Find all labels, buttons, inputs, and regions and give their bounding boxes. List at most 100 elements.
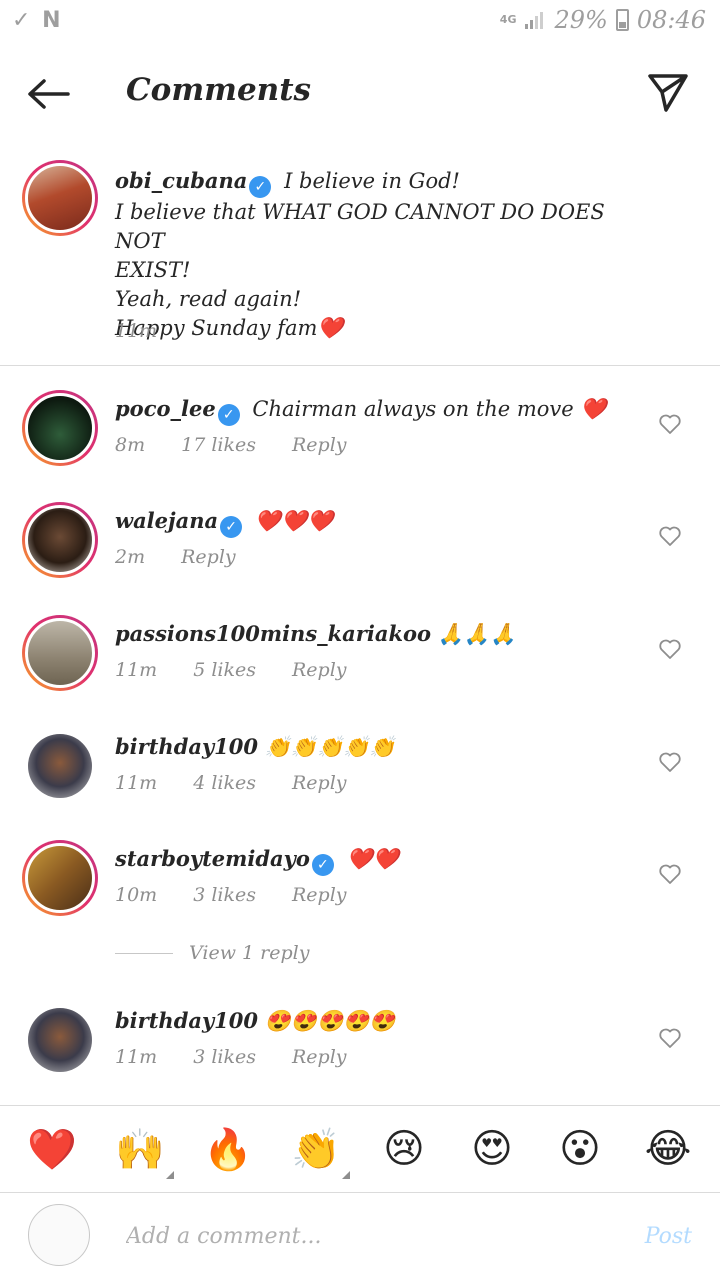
caption-line: Yeah, read again! xyxy=(115,287,302,311)
avatar[interactable] xyxy=(22,502,98,578)
comment-likes[interactable]: 3 likes xyxy=(193,884,256,906)
status-right: 4G 29% 08:46 xyxy=(500,6,706,34)
comment-text: birthday100 😍😍😍😍😍 xyxy=(115,1006,630,1036)
emoji-heart-button[interactable]: ❤️ xyxy=(22,1126,82,1173)
network-type: 4G xyxy=(499,13,517,26)
caption-time: 11m xyxy=(115,320,158,342)
comment-row: birthday100 😍😍😍😍😍 11m 3 likes Reply xyxy=(0,1000,720,1112)
comment-time: 8m xyxy=(115,434,146,456)
comment-input[interactable] xyxy=(126,1216,606,1256)
comment-username[interactable]: poco_lee xyxy=(115,396,216,421)
reply-button[interactable]: Reply xyxy=(292,434,347,456)
post-caption: obi_cubana ✓ I believe in God! I believe … xyxy=(0,152,720,366)
comment-username[interactable]: passions100mins_kariakoo xyxy=(115,621,431,646)
comment-time: 11m xyxy=(115,659,158,681)
comment-meta: 11m 4 likes Reply xyxy=(115,772,347,794)
comment-text: walejana ✓ ❤️❤️❤️ xyxy=(115,506,630,538)
comment-meta: 10m 3 likes Reply xyxy=(115,884,347,906)
comment-composer: Post xyxy=(0,1194,720,1280)
comment-username[interactable]: birthday100 xyxy=(115,734,258,759)
comment-likes[interactable]: 17 likes xyxy=(181,434,256,456)
my-avatar xyxy=(28,1204,90,1266)
reply-button[interactable]: Reply xyxy=(292,884,347,906)
emoji-raised-hands-button[interactable]: 🙌 xyxy=(110,1126,174,1179)
emoji-fire-button[interactable]: 🔥 xyxy=(198,1126,258,1173)
avatar[interactable] xyxy=(22,615,98,691)
like-heart-icon[interactable] xyxy=(658,412,682,436)
comment-meta: 11m 5 likes Reply xyxy=(115,659,347,681)
comment-text: poco_lee ✓ Chairman always on the move ❤️ xyxy=(115,394,630,426)
notification-icons: ✓ N xyxy=(12,8,63,33)
emoji-quick-bar: ❤️ 🙌 🔥 👏 😢 😍 😮 😂 xyxy=(0,1105,720,1193)
verified-badge-icon: ✓ xyxy=(311,854,334,876)
emoji-crying-button[interactable]: 😢 xyxy=(374,1126,434,1172)
comment-body: ❤️❤️ xyxy=(346,847,399,871)
caption-text: obi_cubana ✓ I believe in God! I believe … xyxy=(115,166,610,343)
comment-meta: 2m Reply xyxy=(115,546,236,568)
post-button[interactable]: Post xyxy=(645,1224,692,1249)
emoji-laughing-button[interactable]: 😂 xyxy=(638,1126,698,1172)
comment-row: birthday100 👏👏👏👏👏 11m 4 likes Reply xyxy=(0,726,720,838)
skin-tone-indicator-icon xyxy=(342,1170,350,1179)
like-heart-icon[interactable] xyxy=(658,750,682,774)
status-bar: ✓ N 4G 29% 08:46 xyxy=(0,0,720,44)
comment-time: 10m xyxy=(115,884,158,906)
comment-time: 2m xyxy=(115,546,146,568)
battery-icon xyxy=(615,9,629,31)
comment-body: 👏👏👏👏👏 xyxy=(264,735,396,759)
comment-text: starboytemidayo ✓ ❤️❤️ xyxy=(115,844,630,876)
comment-username[interactable]: birthday100 xyxy=(115,1008,258,1033)
like-heart-icon[interactable] xyxy=(658,637,682,661)
like-heart-icon[interactable] xyxy=(658,524,682,548)
verified-badge-icon: ✓ xyxy=(217,404,240,426)
emoji-glyph: 👏 xyxy=(291,1126,341,1173)
battery-percent: 29% xyxy=(554,6,608,34)
caption-meta: 11m xyxy=(115,320,157,342)
direct-send-icon[interactable] xyxy=(644,68,692,116)
comment-text: passions100mins_kariakoo 🙏🙏🙏 xyxy=(115,619,630,649)
signal-icon xyxy=(525,12,544,29)
verified-badge-icon: ✓ xyxy=(249,176,272,198)
skin-tone-indicator-icon xyxy=(166,1170,174,1179)
page-title: Comments xyxy=(126,72,311,108)
caption-line: I believe that WHAT GOD CANNOT DO DOES N… xyxy=(115,200,605,253)
caption-line: EXIST! xyxy=(115,258,191,282)
emoji-glyph: 🙌 xyxy=(115,1126,165,1173)
clock: 08:46 xyxy=(636,6,706,34)
reply-button[interactable]: Reply xyxy=(292,1046,347,1068)
avatar[interactable] xyxy=(22,160,98,236)
avatar[interactable] xyxy=(22,840,98,916)
emoji-clap-button[interactable]: 👏 xyxy=(286,1126,350,1179)
like-heart-icon[interactable] xyxy=(658,1026,682,1050)
back-arrow-icon[interactable] xyxy=(24,74,74,114)
avatar[interactable] xyxy=(22,390,98,466)
comment-likes[interactable]: 5 likes xyxy=(193,659,256,681)
reply-button[interactable]: Reply xyxy=(292,772,347,794)
caption-line: I believe in God! xyxy=(284,169,460,193)
comment-meta: 11m 3 likes Reply xyxy=(115,1046,347,1068)
comment-row: poco_lee ✓ Chairman always on the move ❤️… xyxy=(0,388,720,500)
comment-row: passions100mins_kariakoo 🙏🙏🙏 11m 5 likes… xyxy=(0,613,720,725)
reply-divider xyxy=(115,952,173,954)
comment-text: birthday100 👏👏👏👏👏 xyxy=(115,732,630,762)
comment-likes[interactable]: 3 likes xyxy=(193,1046,256,1068)
avatar[interactable] xyxy=(28,1008,92,1072)
view-replies-button[interactable]: View 1 reply xyxy=(115,942,309,964)
comment-meta: 8m 17 likes Reply xyxy=(115,434,347,456)
reply-button[interactable]: Reply xyxy=(181,546,236,568)
comment-body: ❤️❤️❤️ xyxy=(254,509,334,533)
comment-body: Chairman always on the move ❤️ xyxy=(252,397,607,421)
comment-username[interactable]: walejana xyxy=(115,508,218,533)
header: Comments xyxy=(0,44,720,140)
like-heart-icon[interactable] xyxy=(658,862,682,886)
view-replies-label: View 1 reply xyxy=(189,942,310,964)
avatar[interactable] xyxy=(28,734,92,798)
emoji-surprised-button[interactable]: 😮 xyxy=(550,1126,610,1172)
comment-username[interactable]: starboytemidayo xyxy=(115,846,310,871)
caption-username[interactable]: obi_cubana xyxy=(115,168,247,193)
comment-body: 🙏🙏🙏 xyxy=(437,622,517,646)
emoji-heart-eyes-button[interactable]: 😍 xyxy=(462,1126,522,1172)
comment-time: 11m xyxy=(115,1046,158,1068)
reply-button[interactable]: Reply xyxy=(292,659,347,681)
comment-likes[interactable]: 4 likes xyxy=(193,772,256,794)
